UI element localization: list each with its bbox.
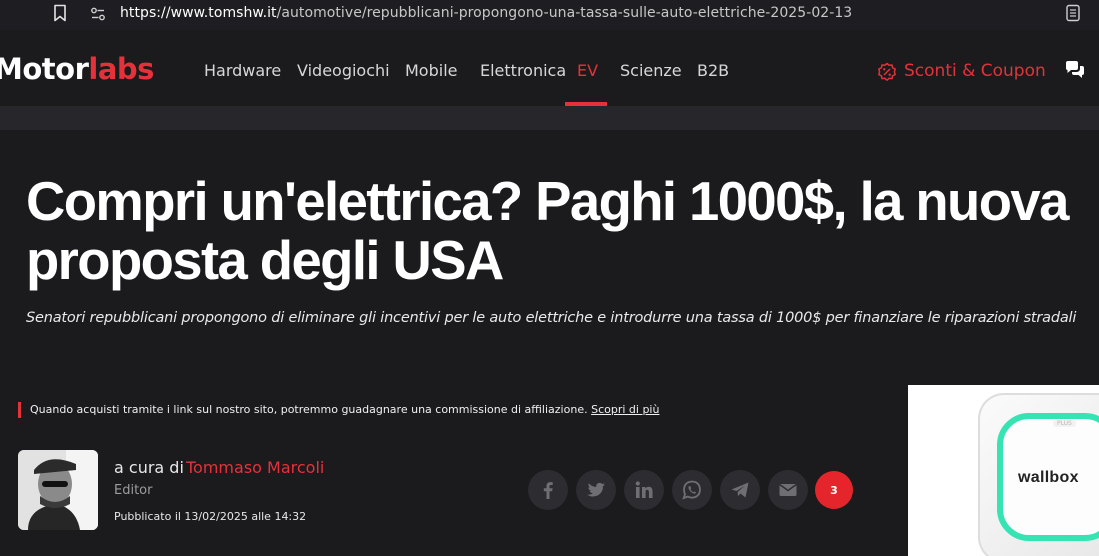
whatsapp-icon [682,480,701,500]
share-facebook-button[interactable] [528,470,568,510]
nav-item-elettronica[interactable]: Elettronica [480,61,566,80]
ad-brand-text: wallbox [1018,469,1079,486]
share-twitter-button[interactable] [576,470,616,510]
share-email-button[interactable] [768,470,808,510]
nav-item-ev[interactable]: EV [577,61,598,80]
bookmark-icon[interactable] [52,4,68,22]
browser-address-bar: https://www.tomshw.it/automotive/repubbl… [0,0,1099,30]
twitter-icon [587,482,605,497]
author-role: Editor [114,483,153,498]
share-telegram-button[interactable] [720,470,760,510]
comments-count-button[interactable]: 3 [815,471,853,509]
publish-date: Pubblicato il 13/02/2025 alle 14:32 [114,510,307,523]
article-subtitle: Senatori repubblicani propongono di elim… [26,310,1077,326]
share-linkedin-button[interactable] [624,470,664,510]
author-avatar[interactable] [18,450,98,530]
affiliate-disclosure: Quando acquisti tramite i link sul nostr… [18,402,659,418]
linkedin-icon [635,481,653,498]
site-logo[interactable]: Motorlabs [0,52,154,86]
logo-part2: labs [88,52,154,86]
author-name-link[interactable]: Tommaso Marcoli [186,458,324,477]
nav-item-mobile[interactable]: Mobile [405,61,457,80]
advertisement-banner[interactable]: PLUS wallbox [908,385,1099,556]
affiliate-learn-more-link[interactable]: Scopri di più [591,403,659,416]
url-path: /automotive/repubblicani-propongono-una-… [276,5,853,21]
chat-icon[interactable] [1064,60,1086,80]
sub-navbar-strip [0,106,1099,130]
byline-prefix: a cura di [114,458,184,477]
discount-badge-icon[interactable] [877,62,897,82]
site-info-icon[interactable] [90,6,106,22]
nav-item-b2b[interactable]: B2B [697,61,729,80]
affiliate-text: Quando acquisti tramite i link sul nostr… [30,403,592,416]
facebook-icon [543,482,553,499]
nav-item-hardware[interactable]: Hardware [204,61,281,80]
share-whatsapp-button[interactable] [672,470,712,510]
url-field[interactable]: https://www.tomshw.it/automotive/repubbl… [120,5,852,21]
telegram-icon [731,482,749,498]
deals-link[interactable]: Sconti & Coupon [904,61,1046,81]
nav-item-scienze[interactable]: Scienze [620,61,682,80]
author-photo [18,450,98,530]
url-host: https://www.tomshw.it [120,5,277,21]
reader-mode-icon[interactable] [1065,4,1081,22]
logo-part1: Motor [0,52,89,86]
article-headline: Compri un'elettrica? Paghi 1000$, la nuo… [26,170,1069,291]
ad-plus-label: PLUS [1053,420,1076,427]
email-icon [779,483,797,496]
nav-item-videogiochi[interactable]: Videogiochi [297,61,390,80]
